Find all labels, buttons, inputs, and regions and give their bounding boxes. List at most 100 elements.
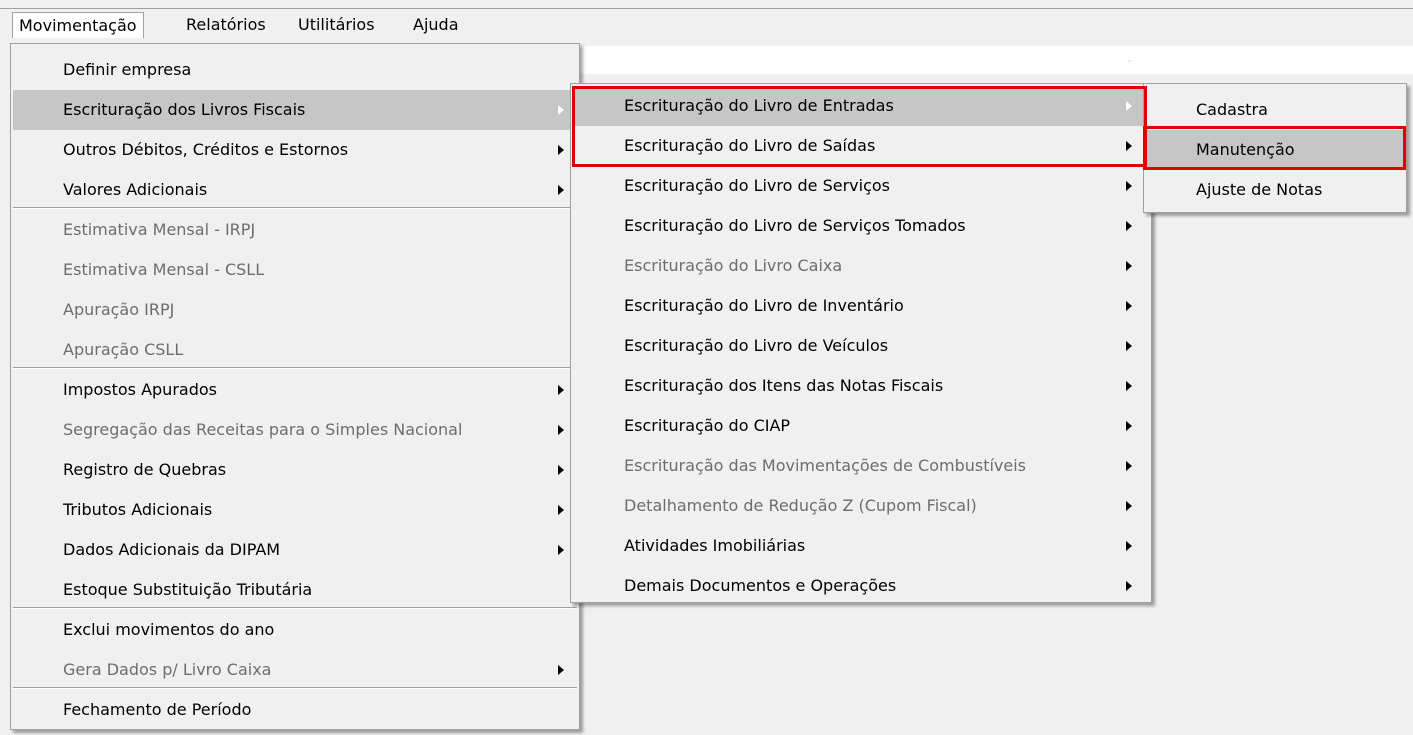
submenu-item-escrituracao-do-livro-de-saidas[interactable]: Escrituração do Livro de Saídas <box>571 126 1151 166</box>
menu-item-label: Demais Documentos e Operações <box>624 576 897 595</box>
submenu-arrow-icon <box>558 385 564 395</box>
submenu-item-escrituracao-do-livro-de-veiculos[interactable]: Escrituração do Livro de Veículos <box>571 326 1151 366</box>
submenu-item-escrituracao-do-livro-caixa[interactable]: Escrituração do Livro Caixa <box>571 246 1151 286</box>
main-menu-item-fechamento-de-periodo[interactable]: Fechamento de Período <box>11 690 579 730</box>
background-mark <box>1128 60 1131 62</box>
menu-item-label: Escrituração dos Itens das Notas Fiscais <box>624 376 944 395</box>
main-menu-item-escrituracao-dos-livros-fiscais[interactable]: Escrituração dos Livros Fiscais <box>13 90 577 130</box>
submenu-item-atividades-imobiliarias[interactable]: Atividades Imobiliárias <box>571 526 1151 566</box>
submenu-arrow-icon <box>1126 501 1132 511</box>
menu-item-label: Manutenção <box>1196 140 1295 159</box>
submenu-arrow-icon <box>558 465 564 475</box>
menu-utilitarios[interactable]: Utilitários <box>292 12 381 38</box>
main-menu-item-estoque-substituicao-tributaria[interactable]: Estoque Substituição Tributária <box>11 570 579 610</box>
submenu-item-escrituracao-do-livro-de-inventario[interactable]: Escrituração do Livro de Inventário <box>571 286 1151 326</box>
main-menu-item-apuracao-csll[interactable]: Apuração CSLL <box>11 330 579 370</box>
livro-entradas-submenu: Cadastra Manutenção Ajuste de Notas <box>1143 83 1407 213</box>
main-menu-item-tributos-adicionais[interactable]: Tributos Adicionais <box>11 490 579 530</box>
menu-item-label: Cadastra <box>1196 100 1268 119</box>
submenu-arrow-icon <box>558 425 564 435</box>
submenu-arrow-icon <box>1126 461 1132 471</box>
main-menu-item-valores-adicionais[interactable]: Valores Adicionais <box>11 170 579 210</box>
main-menu-item-registro-de-quebras[interactable]: Registro de Quebras <box>11 450 579 490</box>
submenu-arrow-icon <box>1126 381 1132 391</box>
menu-item-label: Escrituração das Movimentações de Combus… <box>624 456 1027 475</box>
livros-fiscais-submenu: Escrituração do Livro de Entradas Escritu… <box>570 83 1152 603</box>
menu-item-label: Gera Dados p/ Livro Caixa <box>63 660 272 679</box>
menu-item-label: Definir empresa <box>63 60 192 79</box>
submenu-item-escrituracao-das-movimentacoes-de-combustiveis[interactable]: Escrituração das Movimentações de Combus… <box>571 446 1151 486</box>
menu-item-label: Detalhamento de Redução Z (Cupom Fiscal) <box>624 496 977 515</box>
menu-item-label: Ajuste de Notas <box>1196 180 1323 199</box>
menu-item-label: Escrituração do Livro de Serviços <box>624 176 890 195</box>
main-menu-item-exclui-movimentos-do-ano[interactable]: Exclui movimentos do ano <box>11 610 579 650</box>
menu-item-label: Escrituração do CIAP <box>624 416 791 435</box>
menu-item-label: Fechamento de Período <box>63 700 252 719</box>
main-menu-item-gera-dados-p-livro-caixa[interactable]: Gera Dados p/ Livro Caixa <box>11 650 579 690</box>
menu-ajuda[interactable]: Ajuda <box>407 12 465 38</box>
submenu-arrow-icon <box>1126 221 1132 231</box>
submenu-arrow-icon <box>1126 101 1132 111</box>
main-menu-item-outros-debitos-creditos-e-estornos[interactable]: Outros Débitos, Créditos e Estornos <box>11 130 579 170</box>
submenu-item-escrituracao-do-ciap[interactable]: Escrituração do CIAP <box>571 406 1151 446</box>
submenu-arrow-icon <box>1126 581 1132 591</box>
submenu-arrow-icon <box>558 545 564 555</box>
menu-item-label: Escrituração do Livro de Entradas <box>624 96 894 115</box>
main-menu-item-definir-empresa[interactable]: Definir empresa <box>11 50 579 90</box>
menu-item-label: Estimativa Mensal - CSLL <box>63 260 265 279</box>
submenu-item-escrituracao-do-livro-de-servicos[interactable]: Escrituração do Livro de Serviços <box>571 166 1151 206</box>
submenu-arrow-icon <box>1126 301 1132 311</box>
submenu-arrow-icon <box>558 505 564 515</box>
submenu-arrow-icon <box>558 105 564 115</box>
menu-item-label: Escrituração do Livro de Inventário <box>624 296 904 315</box>
menu-item-label: Impostos Apurados <box>63 380 217 399</box>
menu-item-label: Apuração IRPJ <box>63 300 175 319</box>
menu-item-label: Escrituração do Livro de Saídas <box>624 136 876 155</box>
workspace-strip <box>580 46 1413 74</box>
submenu-item-cadastra[interactable]: Cadastra <box>1144 90 1406 130</box>
menu-separator-highlight <box>13 688 577 689</box>
menu-item-label: Escrituração do Livro de Serviços Tomado… <box>624 216 966 235</box>
menu-item-label: Apuração CSLL <box>63 340 184 359</box>
menu-item-label: Outros Débitos, Créditos e Estornos <box>63 140 349 159</box>
submenu-item-ajuste-de-notas[interactable]: Ajuste de Notas <box>1144 170 1406 210</box>
submenu-arrow-icon <box>1126 421 1132 431</box>
menu-item-label: Valores Adicionais <box>63 180 208 199</box>
submenu-item-escrituracao-do-livro-de-servicos-tomados[interactable]: Escrituração do Livro de Serviços Tomado… <box>571 206 1151 246</box>
submenu-item-escrituracao-dos-itens-das-notas-fiscais[interactable]: Escrituração dos Itens das Notas Fiscais <box>571 366 1151 406</box>
menubar-top-border <box>0 8 1413 9</box>
submenu-arrow-icon <box>1126 341 1132 351</box>
submenu-arrow-icon <box>1126 141 1132 151</box>
menu-item-label: Escrituração dos Livros Fiscais <box>63 100 306 119</box>
main-menu-item-estimativa-mensal-csll[interactable]: Estimativa Mensal - CSLL <box>11 250 579 290</box>
submenu-item-demais-documentos-e-operacoes[interactable]: Demais Documentos e Operações <box>571 566 1151 606</box>
menu-item-label: Tributos Adicionais <box>63 500 213 519</box>
menu-separator-highlight <box>13 608 577 609</box>
menu-separator-highlight <box>13 368 577 369</box>
submenu-item-manutencao[interactable]: Manutenção <box>1146 130 1404 170</box>
menu-item-label: Registro de Quebras <box>63 460 227 479</box>
menu-item-label: Estoque Substituição Tributária <box>63 580 313 599</box>
main-menu-item-estimativa-mensal-irpj[interactable]: Estimativa Mensal - IRPJ <box>11 210 579 250</box>
menu-item-label: Escrituração do Livro de Veículos <box>624 336 889 355</box>
submenu-arrow-icon <box>1126 541 1132 551</box>
menu-item-label: Exclui movimentos do ano <box>63 620 275 639</box>
submenu-arrow-icon <box>558 145 564 155</box>
menu-item-label: Atividades Imobiliárias <box>624 536 806 555</box>
main-menu-item-apuracao-irpj[interactable]: Apuração IRPJ <box>11 290 579 330</box>
menu-item-label: Dados Adicionais da DIPAM <box>63 540 281 559</box>
menu-separator-highlight <box>13 208 577 209</box>
main-menu-item-dados-adicionais-da-dipam[interactable]: Dados Adicionais da DIPAM <box>11 530 579 570</box>
menu-bar: Movimentação Relatórios Utilitários Ajud… <box>0 0 1413 40</box>
main-menu-item-impostos-apurados[interactable]: Impostos Apurados <box>11 370 579 410</box>
movimentacao-dropdown: Definir empresa Escrituração dos Livros F… <box>10 43 580 730</box>
submenu-arrow-icon <box>1126 181 1132 191</box>
menu-movimentacao[interactable]: Movimentação <box>12 12 144 38</box>
menu-relatorios[interactable]: Relatórios <box>180 12 272 38</box>
main-menu-item-segregacao-das-receitas-para-o-simples-nacional[interactable]: Segregação das Receitas para o Simples N… <box>11 410 579 450</box>
menu-item-label: Estimativa Mensal - IRPJ <box>63 220 256 239</box>
menu-item-label: Escrituração do Livro Caixa <box>624 256 843 275</box>
submenu-item-escrituracao-do-livro-de-entradas[interactable]: Escrituração do Livro de Entradas <box>573 86 1147 126</box>
submenu-item-detalhamento-de-reducao-z-cupom-fiscal[interactable]: Detalhamento de Redução Z (Cupom Fiscal) <box>571 486 1151 526</box>
menu-item-label: Segregação das Receitas para o Simples N… <box>63 420 463 439</box>
